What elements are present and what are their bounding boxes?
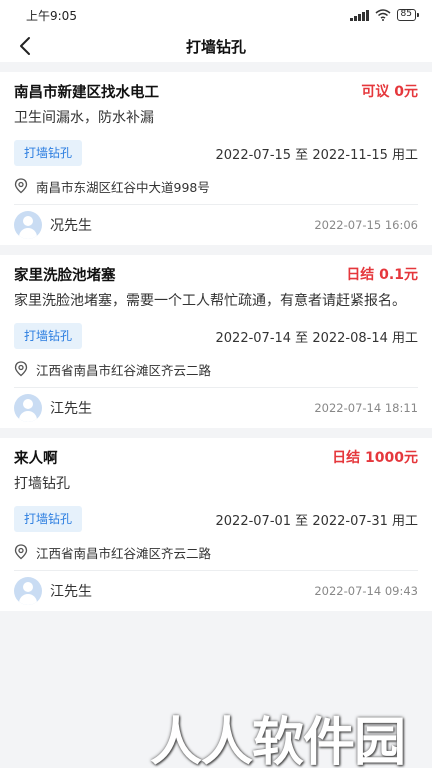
poster-name: 况先生 <box>50 218 92 234</box>
job-period: 2022-07-15 至 2022-11-15 用工 <box>215 147 419 163</box>
poster-name: 江先生 <box>50 401 92 417</box>
posted-time: 2022-07-14 18:11 <box>314 401 418 415</box>
avatar <box>14 211 42 239</box>
job-category-tag: 打墙钻孔 <box>14 506 83 532</box>
location-pin-icon <box>14 361 28 377</box>
job-description: 家里洗脸池堵塞，需要一个工人帮忙疏通，有意者请赶紧报名。 <box>14 293 406 309</box>
job-price: 日结 0.1元 <box>346 267 418 283</box>
status-icons: 85 <box>350 9 420 21</box>
job-card[interactable]: 来人啊 日结 1000元 打墙钻孔 打墙钻孔 2022-07-01 至 2022… <box>0 438 432 611</box>
nav-bar: 打墙钻孔 <box>0 30 432 62</box>
avatar <box>14 577 42 605</box>
job-address: 江西省南昌市红谷滩区齐云二路 <box>36 545 212 561</box>
back-arrow-icon[interactable] <box>14 34 38 58</box>
avatar <box>14 394 42 422</box>
job-title: 来人啊 <box>14 450 58 467</box>
job-price: 可议 0元 <box>361 84 418 100</box>
status-bar: 上午9:05 85 <box>0 0 432 30</box>
location-pin-icon <box>14 178 28 194</box>
job-period: 2022-07-01 至 2022-07-31 用工 <box>215 513 419 529</box>
battery-icon: 85 <box>396 9 420 21</box>
job-address: 南昌市东湖区红谷中大道998号 <box>36 179 210 195</box>
job-title: 南昌市新建区找水电工 <box>14 84 159 101</box>
status-time: 上午9:05 <box>26 8 77 23</box>
job-description: 卫生间漏水，防水补漏 <box>14 110 154 126</box>
job-price: 日结 1000元 <box>332 450 418 466</box>
wifi-icon <box>375 9 391 21</box>
poster-name: 江先生 <box>50 584 92 600</box>
posted-time: 2022-07-14 09:43 <box>314 584 418 598</box>
job-list: 南昌市新建区找水电工 可议 0元 卫生间漏水，防水补漏 打墙钻孔 2022-07… <box>0 62 432 611</box>
job-category-tag: 打墙钻孔 <box>14 323 83 349</box>
job-address: 江西省南昌市红谷滩区齐云二路 <box>36 362 212 378</box>
watermark: 人人软件园 <box>150 713 406 768</box>
job-title: 家里洗脸池堵塞 <box>14 267 116 284</box>
job-category-tag: 打墙钻孔 <box>14 140 83 166</box>
posted-time: 2022-07-15 16:06 <box>314 218 418 232</box>
job-card[interactable]: 家里洗脸池堵塞 日结 0.1元 家里洗脸池堵塞，需要一个工人帮忙疏通，有意者请赶… <box>0 255 432 428</box>
job-period: 2022-07-14 至 2022-08-14 用工 <box>215 330 419 346</box>
location-pin-icon <box>14 544 28 560</box>
job-description: 打墙钻孔 <box>14 476 70 492</box>
page-title: 打墙钻孔 <box>185 37 246 56</box>
signal-icon <box>350 9 369 21</box>
job-card[interactable]: 南昌市新建区找水电工 可议 0元 卫生间漏水，防水补漏 打墙钻孔 2022-07… <box>0 72 432 245</box>
